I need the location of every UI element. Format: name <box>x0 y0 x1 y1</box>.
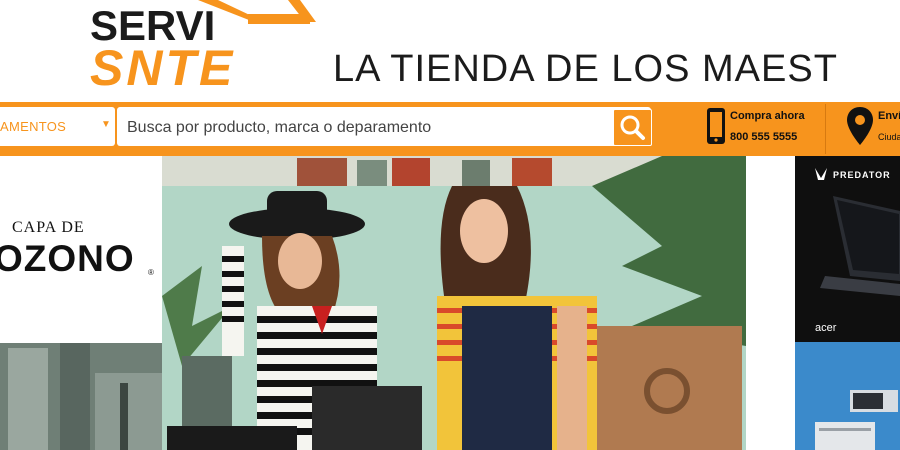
ozono-main-text: OZONO <box>0 238 135 279</box>
nav-divider <box>825 104 826 154</box>
site-header: SERVI SNTE LA TIENDA DE LOS MAEST <box>0 0 900 102</box>
store-tagline: LA TIENDA DE LOS MAEST <box>333 48 838 90</box>
ozono-brand-banner[interactable]: CAPA DE OZONO ® <box>0 156 162 343</box>
phone-icon <box>707 108 725 144</box>
chevron-down-icon: ▼ <box>101 119 111 130</box>
acer-brand-text: acer <box>815 322 837 334</box>
shipping-city: Ciuda <box>878 132 900 142</box>
department-label: AMENTOS <box>0 119 67 134</box>
hero-banner[interactable] <box>162 156 746 450</box>
ozono-top-text: CAPA DE <box>12 219 85 236</box>
shipping-label: Enví <box>878 110 900 122</box>
hero-photo-art <box>162 156 746 450</box>
appliances-ad[interactable] <box>795 342 900 450</box>
buy-now-label: Compra ahora <box>730 110 805 122</box>
location-pin-icon <box>847 107 873 145</box>
predator-logo-icon <box>815 168 827 180</box>
predator-brand-text: PREDATOR <box>833 170 891 180</box>
appliances-ad-art <box>795 342 900 450</box>
registered-mark: ® <box>148 268 154 277</box>
logo-snte-text: SNTE <box>90 40 235 92</box>
predator-laptop-ad[interactable]: PREDATOR acer <box>795 156 900 342</box>
search-input[interactable] <box>125 107 609 148</box>
search-icon <box>620 115 645 140</box>
department-dropdown[interactable]: AMENTOS ▼ <box>0 107 115 146</box>
search-button[interactable] <box>613 109 652 146</box>
servisnte-logo[interactable]: SERVI SNTE <box>88 0 318 92</box>
left-photo-art <box>0 343 162 450</box>
predator-ad-art: PREDATOR acer <box>815 168 900 334</box>
phone-number: 800 555 5555 <box>730 131 798 143</box>
search-box <box>117 107 651 148</box>
shipping-info[interactable]: Enví Ciuda <box>840 102 900 156</box>
phone-contact[interactable]: Compra ahora 800 555 5555 <box>700 102 825 156</box>
left-lifestyle-image[interactable] <box>0 343 162 450</box>
